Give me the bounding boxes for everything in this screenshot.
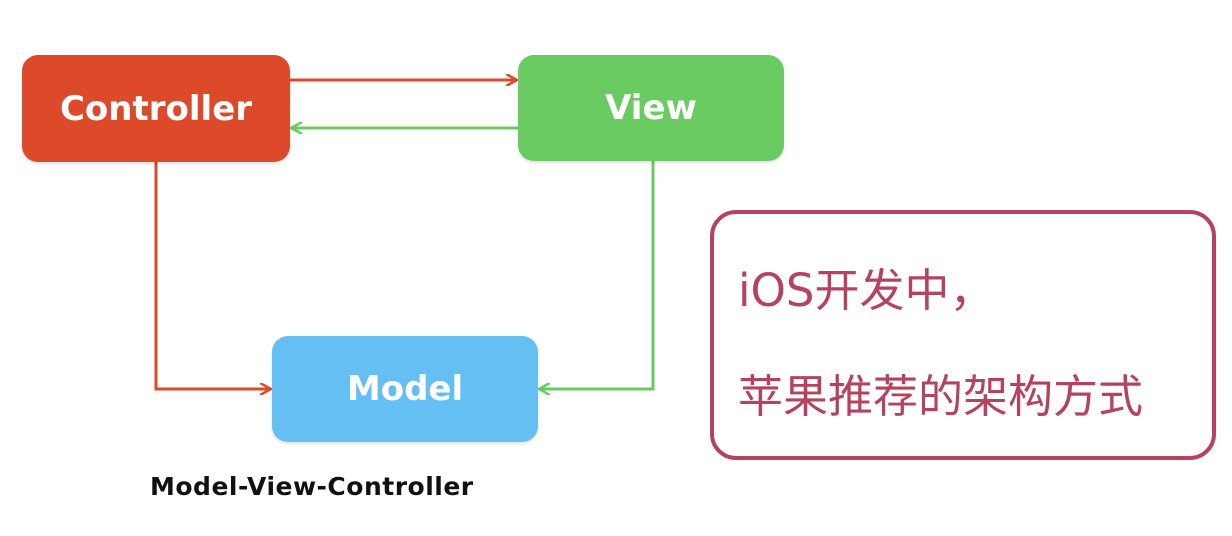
- arrow-view-to-model: [540, 161, 655, 389]
- controller-node: Controller: [22, 55, 290, 162]
- mvc-diagram: Controller View Model Model-View-Control…: [0, 0, 1232, 536]
- diagram-caption: Model-View-Controller: [150, 472, 474, 501]
- arrow-controller-to-model: [154, 162, 270, 389]
- model-node: Model: [272, 336, 538, 442]
- annotation-box: iOS开发中， 苹果推荐的架构方式: [710, 210, 1216, 460]
- annotation-line-1: iOS开发中，: [738, 264, 995, 317]
- annotation-line-2: 苹果推荐的架构方式: [738, 370, 1144, 423]
- view-node: View: [518, 55, 784, 161]
